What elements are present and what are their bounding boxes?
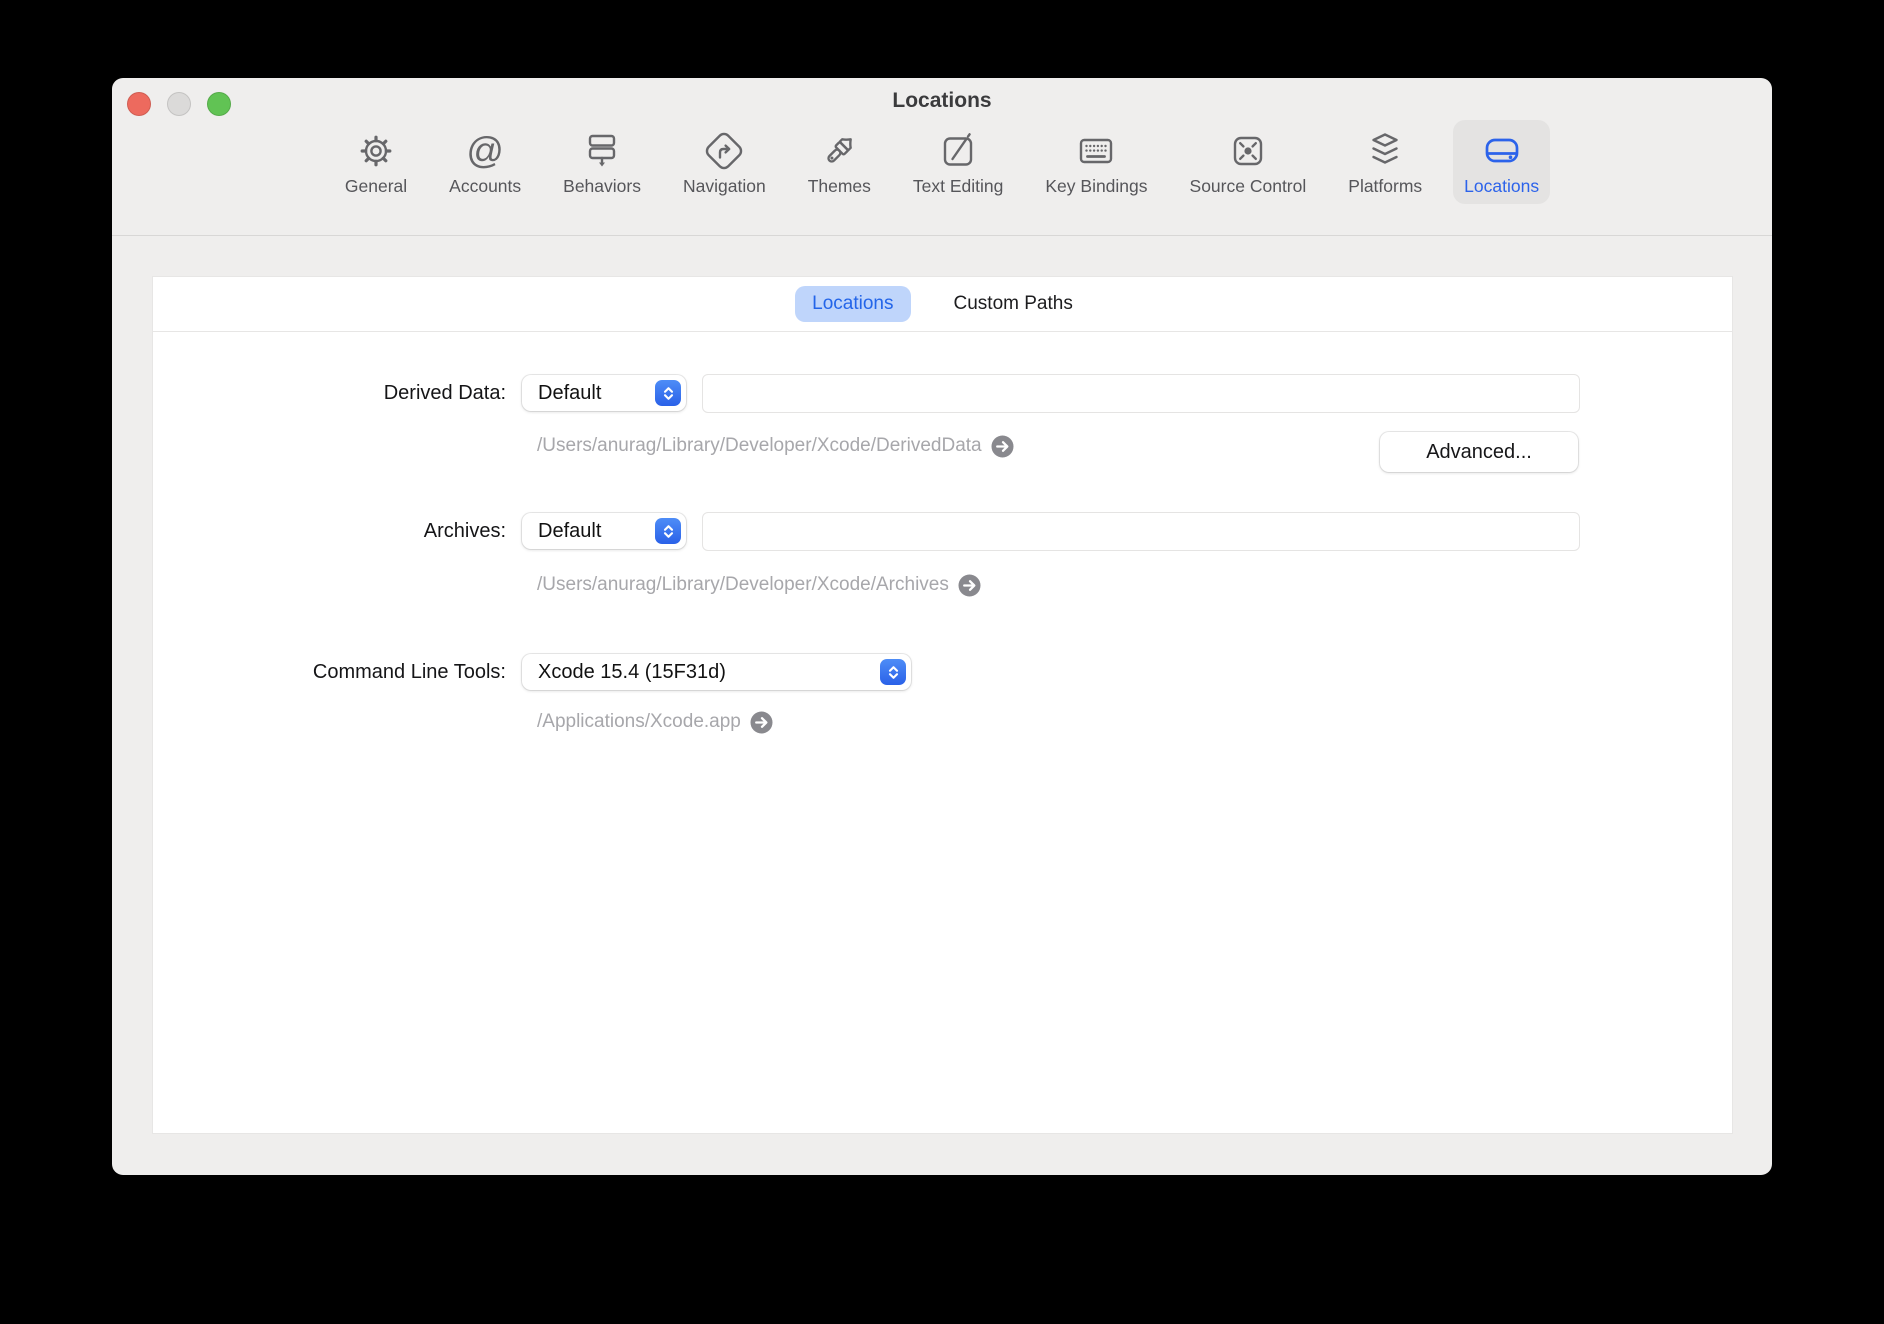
layers-stack-icon <box>1361 128 1409 174</box>
arrow-right-circle-icon[interactable] <box>958 574 981 597</box>
turn-right-sign-icon <box>700 128 748 174</box>
tab-label: Key Bindings <box>1045 176 1147 197</box>
tab-label: Platforms <box>1348 176 1422 197</box>
tab-label: Text Editing <box>913 176 1003 197</box>
popup-value: Xcode 15.4 (15F31d) <box>538 661 726 684</box>
screen: Locations General <box>0 0 1884 1324</box>
paintbrush-icon <box>815 128 863 174</box>
segment-locations[interactable]: Locations <box>795 286 910 322</box>
tab-key-bindings[interactable]: Key Bindings <box>1034 120 1158 204</box>
tab-label: Source Control <box>1190 176 1307 197</box>
arrow-right-circle-icon[interactable] <box>991 435 1014 458</box>
archives-field[interactable] <box>702 512 1580 551</box>
vault-icon <box>1224 128 1272 174</box>
command-line-tools-popup[interactable]: Xcode 15.4 (15F31d) <box>522 654 911 690</box>
chevron-up-down-icon <box>655 518 681 544</box>
settings-toolbar: General @ Accounts Behaviors <box>112 118 1772 236</box>
archives-popup[interactable]: Default <box>522 513 686 549</box>
segmented-control: Locations Custom Paths <box>153 277 1732 332</box>
tab-source-control[interactable]: Source Control <box>1179 120 1318 204</box>
tab-general[interactable]: General <box>334 120 418 204</box>
internal-drive-icon <box>1478 128 1526 174</box>
archives-path: /Users/anurag/Library/Developer/Xcode/Ar… <box>537 573 981 597</box>
tab-label: General <box>345 176 407 197</box>
titlebar: Locations <box>112 78 1772 118</box>
command-line-tools-path: /Applications/Xcode.app <box>537 710 773 734</box>
derived-data-label: Derived Data: <box>153 380 506 406</box>
window-title: Locations <box>112 89 1772 113</box>
popup-value: Default <box>538 382 601 405</box>
tab-navigation[interactable]: Navigation <box>672 120 777 204</box>
popup-value: Default <box>538 520 601 543</box>
tab-accounts[interactable]: @ Accounts <box>438 120 532 204</box>
tab-label: Themes <box>808 176 871 197</box>
tab-label: Accounts <box>449 176 521 197</box>
tab-label: Locations <box>1464 176 1539 197</box>
derived-data-path: /Users/anurag/Library/Developer/Xcode/De… <box>537 434 1014 458</box>
derived-data-popup[interactable]: Default <box>522 375 686 411</box>
tab-locations[interactable]: Locations <box>1453 120 1550 204</box>
tab-label: Behaviors <box>563 176 641 197</box>
square-pencil-icon <box>934 128 982 174</box>
tab-behaviors[interactable]: Behaviors <box>552 120 652 204</box>
tab-platforms[interactable]: Platforms <box>1337 120 1433 204</box>
command-line-tools-label: Command Line Tools: <box>153 659 506 685</box>
gear-icon <box>352 128 400 174</box>
locations-pane: Locations Custom Paths Derived Data: Def… <box>153 277 1732 1133</box>
arrow-right-circle-icon[interactable] <box>750 711 773 734</box>
stacked-boxes-icon <box>578 128 626 174</box>
at-sign-icon: @ <box>461 128 509 174</box>
keyboard-icon <box>1072 128 1120 174</box>
archives-label: Archives: <box>153 518 506 544</box>
chevron-up-down-icon <box>880 659 906 685</box>
tab-label: Navigation <box>683 176 766 197</box>
segment-custom-paths[interactable]: Custom Paths <box>937 286 1090 322</box>
derived-data-field[interactable] <box>702 374 1580 413</box>
chevron-up-down-icon <box>655 380 681 406</box>
tab-themes[interactable]: Themes <box>797 120 882 204</box>
advanced-button[interactable]: Advanced... <box>1380 432 1578 472</box>
xcode-settings-window: Locations General <box>112 78 1772 1175</box>
tab-text-editing[interactable]: Text Editing <box>902 120 1014 204</box>
